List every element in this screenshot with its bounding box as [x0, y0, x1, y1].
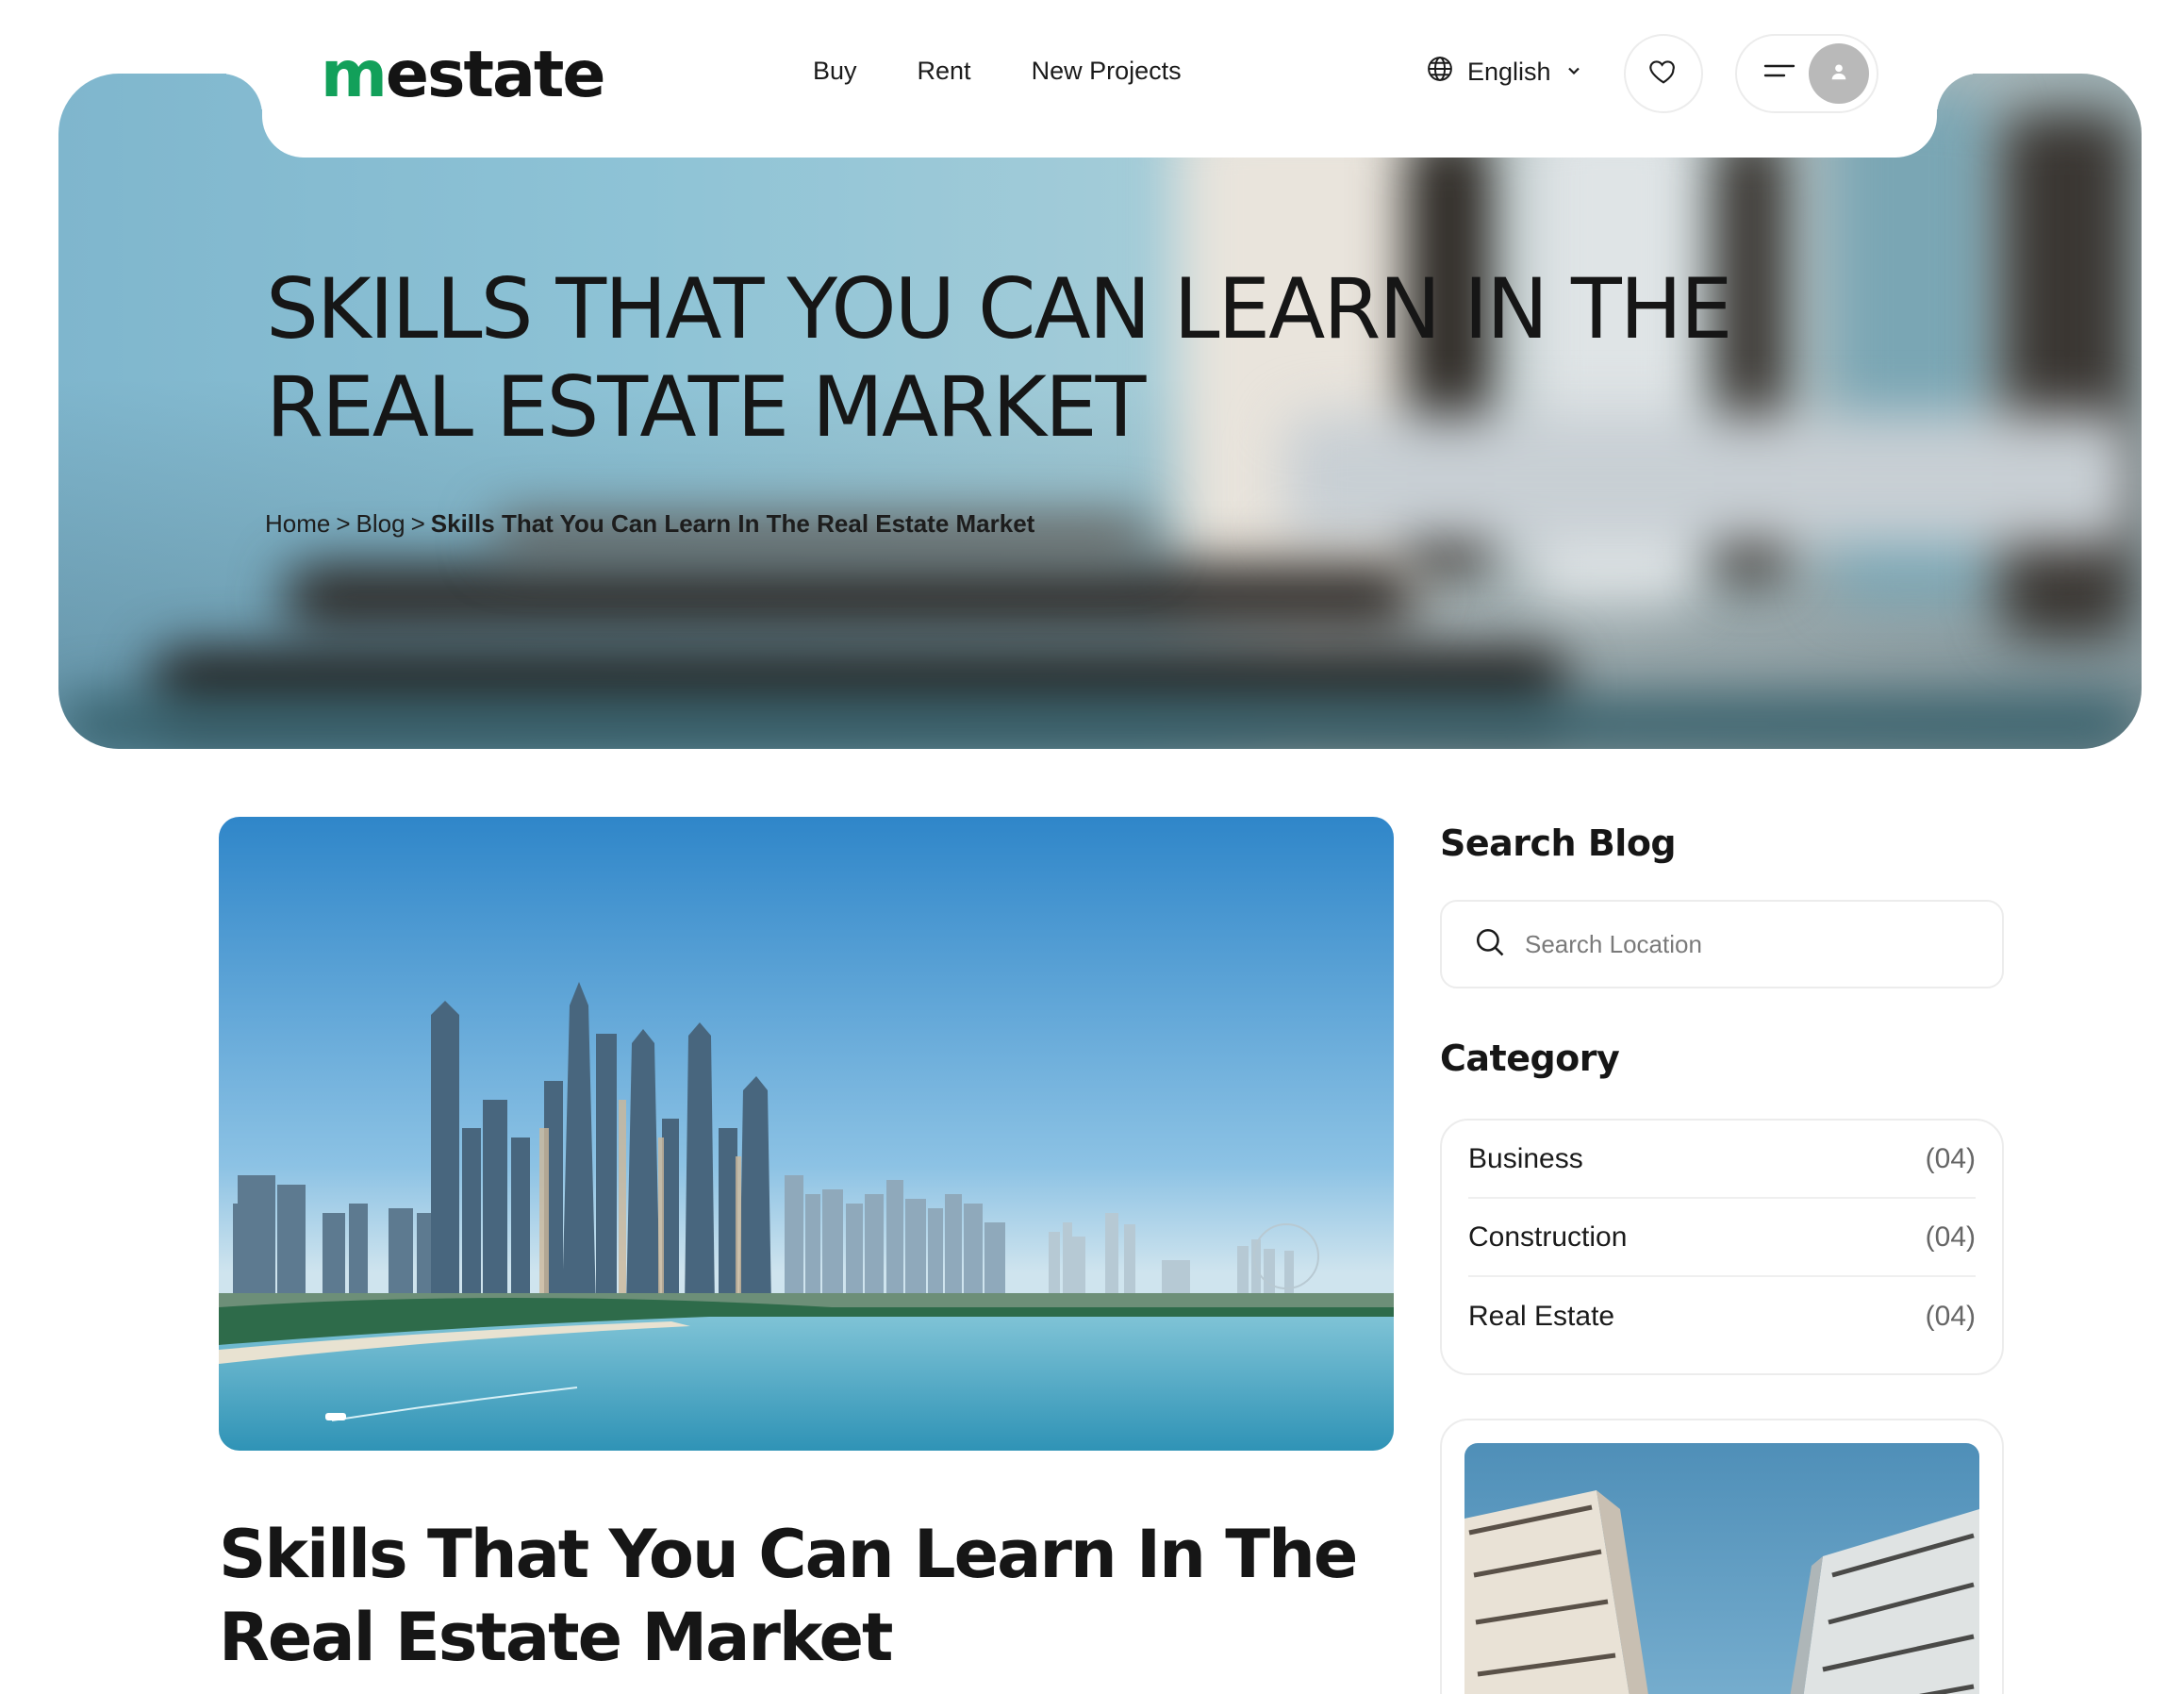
avatar — [1809, 43, 1869, 104]
category-count: (04) — [1925, 1300, 1976, 1332]
nav-link-new-projects[interactable]: New Projects — [1032, 57, 1182, 86]
search-box — [1440, 900, 2004, 988]
category-name: Construction — [1468, 1221, 1628, 1253]
globe-icon — [1426, 55, 1454, 90]
language-label: English — [1467, 58, 1551, 86]
promo-image — [1464, 1443, 1979, 1694]
sidebar-promo-card[interactable] — [1440, 1419, 2004, 1694]
breadcrumb-blog-link[interactable]: Blog — [356, 509, 405, 538]
breadcrumb: Home > Blog > Skills That You Can Learn In T… — [265, 509, 1034, 539]
top-navigation: mestate Buy Rent New Projects English — [262, 0, 1937, 158]
category-item-construction[interactable]: Construction (04) — [1468, 1199, 1976, 1277]
search-icon — [1474, 926, 1506, 963]
post-featured-image — [219, 817, 1394, 1451]
hero-banner: SKILLS THAT YOU CAN LEARN IN THE REAL ES… — [58, 74, 2142, 749]
nav-link-rent[interactable]: Rent — [918, 57, 971, 86]
hamburger-icon — [1763, 61, 1795, 87]
post-title: Skills That You Can Learn In The Real Es… — [219, 1516, 1358, 1676]
heart-icon — [1647, 56, 1679, 92]
breadcrumb-separator: > — [336, 509, 351, 538]
chevron-down-icon — [1564, 58, 1583, 87]
category-count: (04) — [1925, 1142, 1976, 1174]
category-heading: Category — [1440, 1038, 1620, 1079]
breadcrumb-separator: > — [410, 509, 425, 538]
site-logo[interactable]: mestate — [321, 38, 605, 113]
breadcrumb-home-link[interactable]: Home — [265, 509, 330, 538]
category-name: Business — [1468, 1142, 1583, 1174]
user-icon — [1828, 61, 1849, 87]
account-menu-button[interactable] — [1735, 34, 1878, 113]
main-nav-links: Buy Rent New Projects — [813, 57, 1182, 86]
nav-link-buy[interactable]: Buy — [813, 57, 857, 86]
search-blog-heading: Search Blog — [1440, 822, 1677, 864]
category-name: Real Estate — [1468, 1300, 1615, 1332]
hero-title: SKILLS THAT YOU CAN LEARN IN THE REAL ES… — [266, 260, 1733, 456]
language-selector[interactable]: English — [1426, 55, 1583, 90]
breadcrumb-current: Skills That You Can Learn In The Real Es… — [430, 509, 1035, 538]
category-item-real-estate[interactable]: Real Estate (04) — [1468, 1277, 1976, 1355]
category-item-business[interactable]: Business (04) — [1468, 1121, 1976, 1199]
search-input[interactable] — [1525, 929, 1977, 959]
category-list: Business (04) Construction (04) Real Est… — [1440, 1119, 2004, 1375]
category-count: (04) — [1925, 1221, 1976, 1253]
favorites-button[interactable] — [1624, 34, 1703, 113]
